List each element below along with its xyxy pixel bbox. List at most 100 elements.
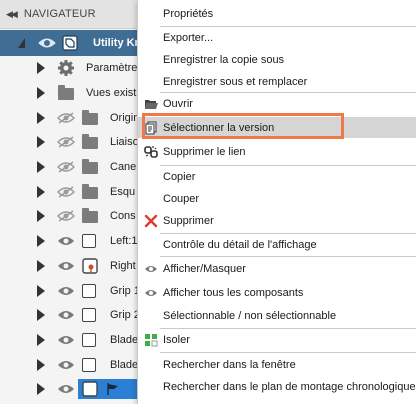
tree-row-parametres[interactable]: Paramètre <box>0 56 160 81</box>
menu-item-couper[interactable]: Couper <box>138 188 416 209</box>
collapse-panel-icon[interactable]: ◀◀ <box>6 9 18 20</box>
open-folder-icon <box>145 99 158 109</box>
menu-item-selectionner-version[interactable]: Sélectionner la version <box>138 113 416 139</box>
row-label: Liaiso <box>110 136 139 149</box>
row-label: Paramètre <box>86 62 138 75</box>
expand-arrow-icon[interactable] <box>36 185 46 199</box>
menu-item-label: Sélectionnable / non sélectionnable <box>163 309 337 322</box>
tree-row-blade2[interactable]: Blade <box>0 352 160 377</box>
row-label: Cons <box>110 210 136 223</box>
component-icon <box>82 283 98 299</box>
folder-icon <box>58 85 74 101</box>
visibility-eye-icon[interactable] <box>57 309 75 321</box>
component-icon <box>82 357 98 373</box>
tree-row-right[interactable]: Right <box>0 254 160 279</box>
menu-item-label: Propriétés <box>163 7 214 20</box>
row-label: Blade <box>110 358 139 371</box>
expand-arrow-icon[interactable] <box>36 234 46 248</box>
expand-arrow-icon[interactable] <box>36 86 46 100</box>
eye-icon <box>145 289 157 296</box>
collapse-arrow-icon[interactable] <box>16 36 26 50</box>
tree-row-esquisses[interactable]: Esqu <box>0 179 160 204</box>
menu-item-label: Enregistrer la copie sous <box>163 53 285 66</box>
expand-arrow-icon[interactable] <box>36 135 46 149</box>
expand-arrow-icon[interactable] <box>36 382 46 396</box>
menu-separator <box>160 352 416 353</box>
row-label: Grip 2 <box>110 309 140 322</box>
menu-item-label: Couper <box>163 192 200 205</box>
gear-icon <box>58 60 74 77</box>
menu-item-controle-detail[interactable]: Contrôle du détail de l'affichage <box>138 234 416 255</box>
navigator-panel: ◀◀ NAVIGATEUR Utility Kn Paramètre Vues … <box>0 0 160 404</box>
folder-icon <box>82 208 98 224</box>
menu-item-label: Supprimer le lien <box>163 145 246 158</box>
menu-item-enregistrer-remplacer[interactable]: Enregistrer sous et remplacer <box>138 71 416 92</box>
version-icon <box>145 121 157 134</box>
navigator-header[interactable]: ◀◀ NAVIGATEUR <box>0 0 160 29</box>
folder-icon <box>82 134 98 150</box>
visibility-eye-icon[interactable] <box>57 235 75 247</box>
row-label: Blade <box>110 333 139 346</box>
tree-root-row[interactable]: Utility Kn <box>0 30 160 56</box>
visibility-eye-icon[interactable] <box>57 334 75 346</box>
component-icon <box>82 233 98 249</box>
assembly-icon <box>62 35 78 51</box>
tree-row-canevas[interactable]: Cane <box>0 155 160 180</box>
expand-arrow-icon[interactable] <box>36 259 46 273</box>
menu-item-isoler[interactable]: Isoler <box>138 329 416 350</box>
menu-item-rechercher-plan[interactable]: Rechercher dans le plan de montage chron… <box>138 376 416 397</box>
menu-item-copier[interactable]: Copier <box>138 166 416 187</box>
menu-item-label: Exporter... <box>163 31 214 44</box>
expand-arrow-icon[interactable] <box>36 209 46 223</box>
visibility-eye-icon[interactable] <box>38 37 56 49</box>
menu-item-ouvrir[interactable]: Ouvrir <box>138 93 416 114</box>
expand-arrow-icon[interactable] <box>36 111 46 125</box>
menu-item-proprietes[interactable]: Propriétés <box>138 3 416 24</box>
browser-tree: Utility Kn Paramètre Vues exist Origin L… <box>0 30 160 402</box>
expand-arrow-icon[interactable] <box>36 284 46 298</box>
row-label: Left:1 <box>110 235 138 248</box>
visibility-eye-icon[interactable] <box>57 285 75 297</box>
component-icon <box>82 332 98 348</box>
menu-item-rechercher-fenetre[interactable]: Rechercher dans la fenêtre <box>138 354 416 375</box>
folder-icon <box>82 159 98 175</box>
hidden-eye-icon[interactable] <box>57 210 75 223</box>
menu-item-selectionnable[interactable]: Sélectionnable / non sélectionnable <box>138 305 416 326</box>
expand-arrow-icon[interactable] <box>36 308 46 322</box>
hidden-eye-icon[interactable] <box>57 136 75 148</box>
row-label: Cane <box>110 161 137 174</box>
tree-row-grip2[interactable]: Grip 2 <box>0 303 160 328</box>
tree-row-left[interactable]: Left:1 <box>0 229 160 254</box>
visibility-eye-icon[interactable] <box>57 383 75 395</box>
tree-row-grip1[interactable]: Grip 1 <box>0 278 160 303</box>
isolate-icon <box>145 333 158 346</box>
tree-row-blade1[interactable]: Blade <box>0 328 160 353</box>
menu-item-afficher-tous[interactable]: Afficher tous les composants <box>138 282 416 303</box>
tree-row-selected-component[interactable] <box>0 377 160 402</box>
tree-row-liaisons[interactable]: Liaiso <box>0 130 160 155</box>
menu-item-enregistrer-copie[interactable]: Enregistrer la copie sous <box>138 49 416 70</box>
hidden-eye-icon[interactable] <box>57 112 75 124</box>
menu-item-label: Sélectionner la version <box>163 121 275 134</box>
context-menu: Propriétés Exporter... Enregistrer la co… <box>137 0 416 404</box>
tree-row-construction[interactable]: Cons <box>0 204 160 229</box>
menu-item-supprimer-lien[interactable]: Supprimer le lien <box>138 141 416 162</box>
expand-arrow-icon[interactable] <box>36 358 46 372</box>
menu-item-supprimer[interactable]: Supprimer <box>138 210 416 231</box>
expand-arrow-icon[interactable] <box>36 61 46 75</box>
visibility-eye-icon[interactable] <box>57 359 75 371</box>
tree-row-vues[interactable]: Vues exist <box>0 81 160 106</box>
menu-item-label: Rechercher dans le plan de montage chron… <box>163 380 416 393</box>
hidden-eye-icon[interactable] <box>57 161 75 173</box>
menu-item-label: Copier <box>163 170 196 183</box>
visibility-eye-icon[interactable] <box>57 260 75 272</box>
tree-row-origin[interactable]: Origin <box>0 105 160 130</box>
expand-arrow-icon[interactable] <box>36 333 46 347</box>
menu-item-label: Contrôle du détail de l'affichage <box>163 238 317 251</box>
hidden-eye-icon[interactable] <box>57 186 75 198</box>
delete-x-icon <box>144 214 158 227</box>
menu-item-afficher-masquer[interactable]: Afficher/Masquer <box>138 258 416 279</box>
menu-item-exporter[interactable]: Exporter... <box>138 27 416 48</box>
expand-arrow-icon[interactable] <box>36 160 46 174</box>
row-label: Right <box>110 259 136 272</box>
